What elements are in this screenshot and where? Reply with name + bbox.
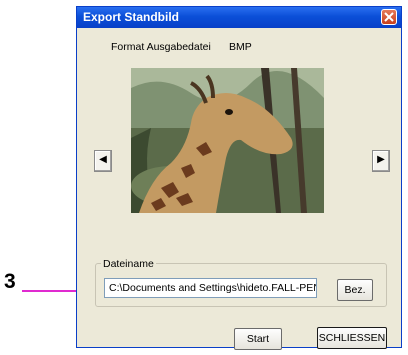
filename-group-label: Dateiname	[101, 258, 156, 270]
close-button[interactable]: SCHLIESSEN	[317, 327, 387, 349]
next-frame-button[interactable]: ▶	[372, 150, 390, 172]
giraffe-image	[131, 68, 324, 213]
title-bar[interactable]: Export Standbild	[77, 7, 401, 28]
previous-frame-button[interactable]: ◀	[94, 150, 112, 172]
window-title: Export Standbild	[83, 10, 179, 24]
format-value: BMP	[229, 41, 252, 53]
triangle-left-icon: ◀	[99, 154, 107, 165]
start-button[interactable]: Start	[234, 328, 282, 350]
file-path-input[interactable]: C:\Documents and Settings\hideto.FALL-PE…	[104, 278, 317, 298]
still-image-preview	[131, 68, 324, 213]
callout-number: 3	[4, 270, 16, 293]
browse-button[interactable]: Bez.	[337, 279, 373, 301]
triangle-right-icon: ▶	[377, 154, 385, 165]
export-dialog: Export Standbild Format Ausgabedatei BMP…	[76, 6, 402, 350]
close-window-button[interactable]	[381, 9, 397, 25]
close-icon	[384, 12, 394, 22]
format-label: Format Ausgabedatei	[111, 41, 211, 53]
